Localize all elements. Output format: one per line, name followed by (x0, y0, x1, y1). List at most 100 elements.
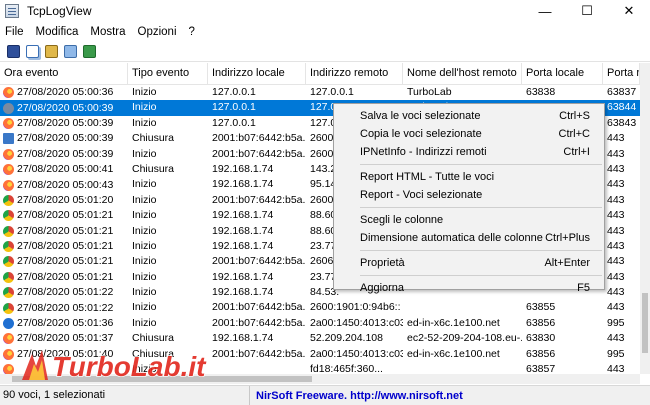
table-cell: 2001:b07:6442:b5a... (212, 316, 306, 329)
properties-button[interactable] (42, 42, 60, 60)
table-cell: 443 (607, 209, 625, 222)
table-cell: Chiusura (132, 162, 175, 175)
table-cell: fd18:465f:360... (310, 363, 383, 374)
table-header: Ora evento Tipo evento Indirizzo locale … (0, 63, 640, 85)
cell-text: 27/08/2020 05:01:21 (17, 240, 114, 253)
context-menu-item[interactable]: IPNetInfo - Indirizzi remoti Ctrl+I (334, 143, 604, 161)
firefox-icon (3, 148, 14, 160)
table-cell: 443 (607, 332, 625, 345)
context-menu-label: IPNetInfo - Indirizzi remoti (360, 146, 487, 158)
table-cell: 443 (607, 270, 625, 283)
menu-opzioni[interactable]: Opzioni (133, 26, 184, 38)
table-cell: 192.168.1.74 (212, 332, 274, 345)
column-header-ora-evento[interactable]: Ora evento (0, 63, 128, 85)
context-menu-item[interactable]: Aggiorna F5 (334, 279, 604, 297)
menu-bar: File Modifica Mostra Opzioni ? (0, 22, 650, 41)
cell-text: 27/08/2020 05:00:39 (17, 132, 114, 145)
context-menu-item[interactable]: Copia le voci selezionate Ctrl+C (334, 125, 604, 143)
menu-mostra[interactable]: Mostra (85, 26, 132, 38)
cell-text: 27/08/2020 05:01:37 (17, 332, 114, 345)
table-row[interactable]: 27/08/2020 05:00:36 Inizio 127.0.0.1 127.0.… (0, 85, 640, 100)
table-cell: 27/08/2020 05:01:22 (0, 300, 128, 315)
cell-text: 27/08/2020 05:01:21 (17, 270, 114, 283)
nirsoft-link[interactable]: NirSoft Freeware. http://www.nirsoft.net (250, 390, 463, 402)
table-cell: 443 (607, 286, 625, 299)
cell-text: 27/08/2020 05:01:21 (17, 209, 114, 222)
context-menu-item[interactable]: Report - Voci selezionate (334, 186, 604, 204)
menu-modifica[interactable]: Modifica (31, 26, 86, 38)
table-cell: 443 (607, 193, 625, 206)
table-row[interactable]: 27/08/2020 05:01:36 Inizio 2001:b07:6442:b… (0, 316, 640, 331)
table-cell: Chiusura (132, 132, 175, 145)
table-row[interactable]: 27/08/2020 05:01:22 Inizio 2001:b07:6442:b… (0, 300, 640, 315)
table-cell: ec2-52-209-204-108.eu-... (407, 332, 522, 345)
table-cell: 995 (607, 316, 625, 329)
table-cell: TurboLab (407, 86, 452, 98)
context-menu-item[interactable]: Salva le voci selezionate Ctrl+S (334, 107, 604, 125)
column-header-indirizzo-locale[interactable]: Indirizzo locale (208, 63, 306, 85)
cell-text: 27/08/2020 05:01:22 (17, 286, 114, 299)
column-header-porta-locale[interactable]: Porta locale (522, 63, 603, 85)
menu-file[interactable]: File (0, 26, 31, 38)
table-cell: 27/08/2020 05:01:21 (0, 270, 128, 285)
table-cell: 27/08/2020 05:00:43 (0, 177, 128, 192)
context-menu-label: Dimensione automatica delle colonne (360, 232, 543, 244)
cell-text: 27/08/2020 05:00:41 (17, 163, 114, 176)
table-cell: 995 (607, 347, 625, 360)
column-header-tipo-evento[interactable]: Tipo evento (128, 63, 208, 85)
context-menu-item[interactable]: Proprietà Alt+Enter (334, 254, 604, 272)
report-button[interactable] (61, 42, 79, 60)
table-cell: Inizio (132, 178, 157, 191)
table-cell: Inizio (132, 316, 157, 329)
column-header-nome-host-remoto[interactable]: Nome dell'host remoto (403, 63, 522, 85)
table-cell: 63844 (607, 101, 637, 114)
table-cell: 192.168.1.74 (212, 209, 274, 222)
context-menu-item[interactable]: Dimensione automatica delle colonne Ctrl+… (334, 229, 604, 247)
table-cell: 27/08/2020 05:01:36 (0, 316, 128, 331)
svg-text:TurboLab.it: TurboLab.it (52, 351, 207, 382)
table-cell: 127.0.0.1 (212, 116, 256, 129)
context-menu-label: Scegli le colonne (360, 214, 444, 226)
context-menu-label: Copia le voci selezionate (360, 128, 482, 140)
table-cell: 2001:b07:6442:b5a... (212, 132, 306, 145)
context-menu-item[interactable]: Scegli le colonne (334, 211, 604, 229)
vertical-scroll-thumb[interactable] (642, 293, 648, 353)
close-button[interactable]: ✕ (608, 0, 650, 22)
edge-icon (3, 318, 14, 330)
table-cell: 443 (607, 363, 625, 374)
minimize-button[interactable]: — (524, 0, 566, 22)
cell-text: 27/08/2020 05:00:36 (17, 86, 114, 99)
window-title: TcpLogView (27, 4, 92, 18)
column-header-indirizzo-remoto[interactable]: Indirizzo remoto (306, 63, 403, 85)
table-cell: 127.0.0.1 (212, 101, 256, 114)
table-row[interactable]: 27/08/2020 05:01:37 Chiusura 192.168.1.74 5… (0, 331, 640, 346)
column-header-porta-remota[interactable]: Porta r (603, 63, 640, 85)
vertical-scrollbar[interactable] (640, 63, 650, 374)
table-cell: 63855 (526, 301, 556, 314)
save-icon (6, 44, 20, 58)
table-cell: Inizio (132, 286, 157, 299)
table-cell: 127.0.0.1 (212, 86, 256, 98)
table-cell: 63838 (526, 86, 556, 98)
toolbar (0, 41, 650, 62)
chrome-icon (3, 271, 14, 283)
table-cell: 192.168.1.74 (212, 224, 274, 237)
table-cell: 27/08/2020 05:01:21 (0, 224, 128, 239)
table-cell: 2001:b07:6442:b5a... (212, 255, 306, 268)
table-cell: Chiusura (132, 332, 175, 345)
maximize-button[interactable]: ☐ (566, 0, 608, 22)
chrome-icon (3, 194, 14, 206)
context-menu-item[interactable]: Report HTML - Tutte le voci (334, 168, 604, 186)
exit-button[interactable] (80, 42, 98, 60)
window-icon (3, 133, 14, 145)
table-cell: 63857 (526, 363, 556, 374)
menu-help[interactable]: ? (184, 26, 202, 38)
table-cell: 27/08/2020 05:01:22 (0, 285, 128, 300)
copy-button[interactable] (23, 42, 41, 60)
save-button[interactable] (4, 42, 22, 60)
table-cell: 27/08/2020 05:01:21 (0, 239, 128, 254)
table-cell: 443 (607, 147, 625, 160)
context-menu-label: Proprietà (360, 257, 405, 269)
chrome-icon (3, 287, 14, 299)
table-cell: 27/08/2020 05:00:39 (0, 147, 128, 162)
